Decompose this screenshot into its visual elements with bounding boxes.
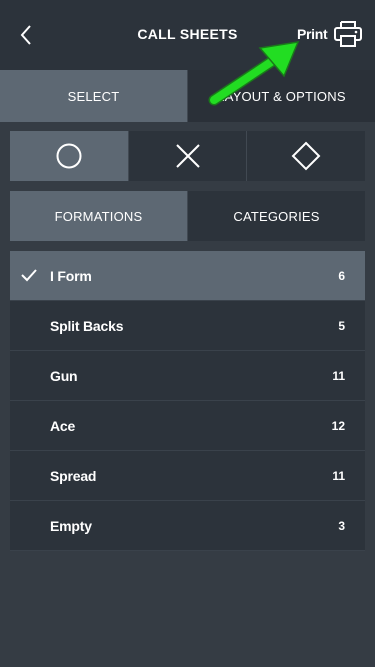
formation-list: I Form 6 Split Backs 5 Gun 11 Ace 12 Spr… [10, 251, 365, 551]
list-item[interactable]: Empty 3 [10, 501, 365, 551]
segment-formations-label: FORMATIONS [54, 208, 143, 224]
x-icon [175, 144, 200, 168]
segment-formations[interactable]: FORMATIONS [10, 191, 187, 241]
list-item-label: Gun [50, 367, 78, 384]
diamond-icon [291, 141, 321, 171]
header-bar: CALL SHEETS Print [0, 0, 375, 70]
filter-diamond-button[interactable] [246, 131, 366, 181]
printer-icon[interactable] [333, 19, 363, 49]
tab-select[interactable]: SELECT [0, 70, 187, 122]
list-item-count: 11 [332, 368, 345, 383]
segment-categories[interactable]: CATEGORIES [187, 191, 365, 241]
list-item-count: 3 [338, 518, 345, 533]
top-tabs: SELECT LAYOUT & OPTIONS [0, 70, 375, 122]
list-item-count: 12 [331, 418, 345, 433]
list-item[interactable]: Spread 11 [10, 451, 365, 501]
list-item-label: Spread [50, 467, 97, 484]
annotation-arrow [208, 41, 300, 106]
list-item-label: I Form [50, 267, 92, 284]
tab-select-label: SELECT [67, 88, 120, 104]
list-item-count: 6 [338, 268, 345, 283]
list-item-label: Ace [50, 417, 76, 434]
list-item-label: Split Backs [50, 317, 124, 334]
list-item-count: 5 [338, 318, 345, 333]
list-item-label: Empty [50, 517, 92, 534]
checkmark-icon [21, 269, 37, 282]
filter-circle-button[interactable] [10, 131, 128, 181]
list-item[interactable]: Split Backs 5 [10, 301, 365, 351]
filter-x-button[interactable] [127, 131, 247, 181]
circle-icon [56, 143, 82, 169]
list-item[interactable]: Gun 11 [10, 351, 365, 401]
shape-filter-bar [10, 131, 366, 181]
list-item[interactable]: Ace 12 [10, 401, 365, 451]
segment-categories-label: CATEGORIES [233, 208, 320, 224]
list-item-count: 11 [332, 468, 345, 483]
segment-control: FORMATIONS CATEGORIES [10, 191, 365, 241]
list-item[interactable]: I Form 6 [10, 251, 365, 301]
